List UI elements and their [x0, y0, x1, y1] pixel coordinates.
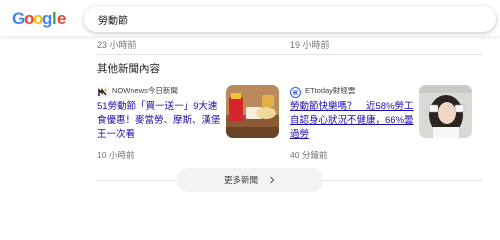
news-source-name: ETtoday財經雲 — [305, 86, 356, 95]
news-thumbnail[interactable] — [419, 85, 472, 138]
result-time: 23 小時前 — [97, 40, 137, 50]
news-headline-link[interactable]: 51勞動節「買一送一」9大速食優惠！麥當勞、摩斯、漢堡王一次看 — [97, 100, 223, 142]
news-card[interactable]: ETtoday財經雲 勞動節快樂嗎？ 近58%勞工自認身心狀況不健康，66%曇過… — [290, 83, 475, 163]
news-thumbnail[interactable] — [226, 85, 279, 138]
news-source: ETtoday財經雲 — [290, 85, 356, 98]
news-headline-link[interactable]: 勞動節快樂嗎？ 近58%勞工自認身心狀況不健康，66%曇過勞 — [290, 100, 416, 142]
news-card[interactable]: NOWnews今日新聞 51勞動節「買一送一」9大速食優惠！麥當勞、摩斯、漢堡王… — [97, 83, 282, 163]
divider — [97, 54, 482, 55]
logo-letter: g — [42, 9, 52, 28]
search-query-text[interactable]: 勞動節 — [98, 12, 128, 27]
more-news-button[interactable]: 更多新聞 — [177, 168, 323, 192]
header-bar: G o o g l e 勞動節 — [0, 0, 500, 36]
more-news-label: 更多新聞 — [223, 175, 258, 185]
nownews-icon — [97, 85, 108, 98]
ettoday-icon — [290, 85, 301, 98]
news-time: 40 分鐘前 — [290, 150, 328, 160]
news-source: NOWnews今日新聞 — [97, 85, 178, 98]
search-input[interactable]: 勞動節 — [84, 6, 496, 32]
divider — [323, 180, 482, 181]
google-logo[interactable]: G o o g l e — [12, 7, 66, 29]
news-source-name: NOWnews今日新聞 — [112, 86, 178, 95]
news-time: 10 小時前 — [97, 150, 135, 160]
divider — [97, 180, 177, 181]
logo-letter: e — [57, 9, 66, 28]
result-time: 19 小時前 — [290, 40, 330, 50]
section-title: 其他新聞內容 — [97, 63, 160, 75]
chevron-right-icon — [270, 176, 275, 184]
